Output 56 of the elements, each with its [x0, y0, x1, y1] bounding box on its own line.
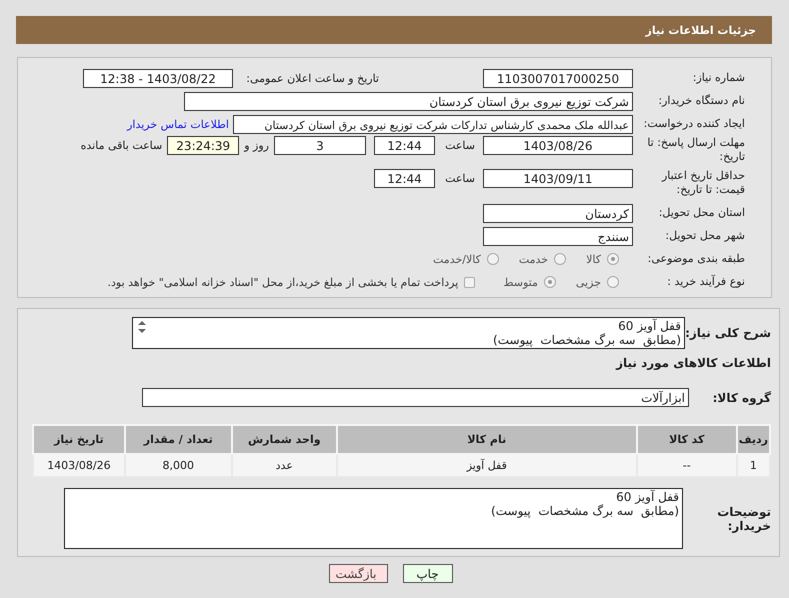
table-cell: 1 — [736, 454, 770, 477]
remaining-time-field: 23:24:39 — [167, 136, 240, 155]
page-title: جزئیات اطلاعات نیاز — [646, 24, 756, 36]
process-radio[interactable]: جزیی — [576, 276, 619, 288]
field-label: نام دستگاه خریدار: — [657, 94, 745, 108]
column-header: ردیف — [736, 425, 770, 454]
section-heading: اطلاعات کالاهای مورد نیاز — [614, 356, 771, 370]
province-field: کردستان — [483, 204, 633, 222]
table-cell: 1403/08/26 — [33, 454, 125, 477]
deadline-date-field: 1403/08/26 — [483, 136, 633, 155]
field-label: طبقه بندی موضوعی: — [646, 252, 745, 266]
description-textarea[interactable]: قفل آویز 60 (مطابق سه برگ مشخصات پیوست) — [132, 317, 685, 349]
city-field: سنندج — [483, 226, 633, 246]
column-header: نام کالا — [336, 425, 637, 454]
scroll-arrows-icon[interactable] — [137, 320, 147, 334]
announce-date-field: 1403/08/22 - 12:38 — [83, 68, 233, 88]
requester-field: عبدالله ملک محمدی کارشناس تدارکات شرکت توزیع نیروی برق استان کردستان — [233, 114, 633, 134]
buyer-notes-textarea[interactable]: قفل آویز 60 (مطابق سه برگ مشخصات پیوست) — [64, 488, 683, 549]
days-label: روز و — [244, 138, 269, 154]
need-number-field: 1103007017000250 — [483, 68, 633, 88]
table-cell: قفل آویز — [336, 454, 637, 477]
category-radio[interactable]: کالا — [586, 252, 619, 266]
validity-date-field: 1403/09/11 — [483, 169, 633, 188]
column-header: واحد شمارش — [232, 425, 337, 454]
field-label: تاریخ و ساعت اعلان عمومی: — [245, 72, 379, 84]
field-label: مهلت ارسال پاسخ: تا تاریخ: — [646, 136, 745, 164]
table-cell: 8,000 — [124, 454, 232, 477]
column-header: تاریخ نیاز — [33, 425, 125, 454]
category-radio[interactable]: کالا/خدمت — [433, 252, 499, 266]
time-label: ساعت — [444, 171, 475, 187]
goods-group-field: ابزارآلات — [142, 388, 689, 407]
column-header: تعداد / مقدار — [124, 425, 232, 454]
field-label: نوع فرآیند خرید : — [666, 275, 745, 289]
time-label: ساعت — [444, 138, 475, 154]
deadline-time-field: 12:44 — [374, 136, 435, 155]
field-label: توضیحات خریدار: — [716, 504, 771, 532]
field-label: شماره نیاز: — [692, 71, 745, 85]
field-label: حداقل تاریخ اعتبار قیمت: تا تاریخ: — [660, 169, 745, 197]
remaining-label: ساعت باقی مانده — [80, 138, 162, 154]
process-radio[interactable]: متوسط — [503, 276, 556, 288]
category-radio[interactable]: خدمت — [518, 252, 566, 266]
field-label: شرح کلی نیاز: — [685, 326, 771, 340]
field-label: گروه کالا: — [712, 390, 771, 404]
column-header: کد کالا — [636, 425, 737, 454]
treasury-checkbox[interactable]: پرداخت تمام یا بخشی از مبلغ خرید،از محل "اسناد خزانه اسلامی" خواهد بود. — [108, 276, 476, 288]
field-label: ایجاد کننده درخواست: — [642, 117, 745, 131]
table-cell: عدد — [232, 454, 337, 477]
table-cell: -- — [636, 454, 737, 477]
days-field: 3 — [274, 136, 366, 155]
buyer-org-field: شرکت توزیع نیروی برق استان کردستان — [184, 92, 633, 110]
validity-time-field: 12:44 — [374, 169, 435, 188]
back-button[interactable]: بازگشت — [328, 564, 388, 583]
print-button[interactable]: چاپ — [402, 564, 452, 583]
field-label: شهر محل تحویل: — [664, 229, 745, 243]
buyer-contact-link[interactable]: اطلاعات تماس خریدار — [127, 118, 229, 130]
field-label: استان محل تحویل: — [658, 206, 745, 220]
